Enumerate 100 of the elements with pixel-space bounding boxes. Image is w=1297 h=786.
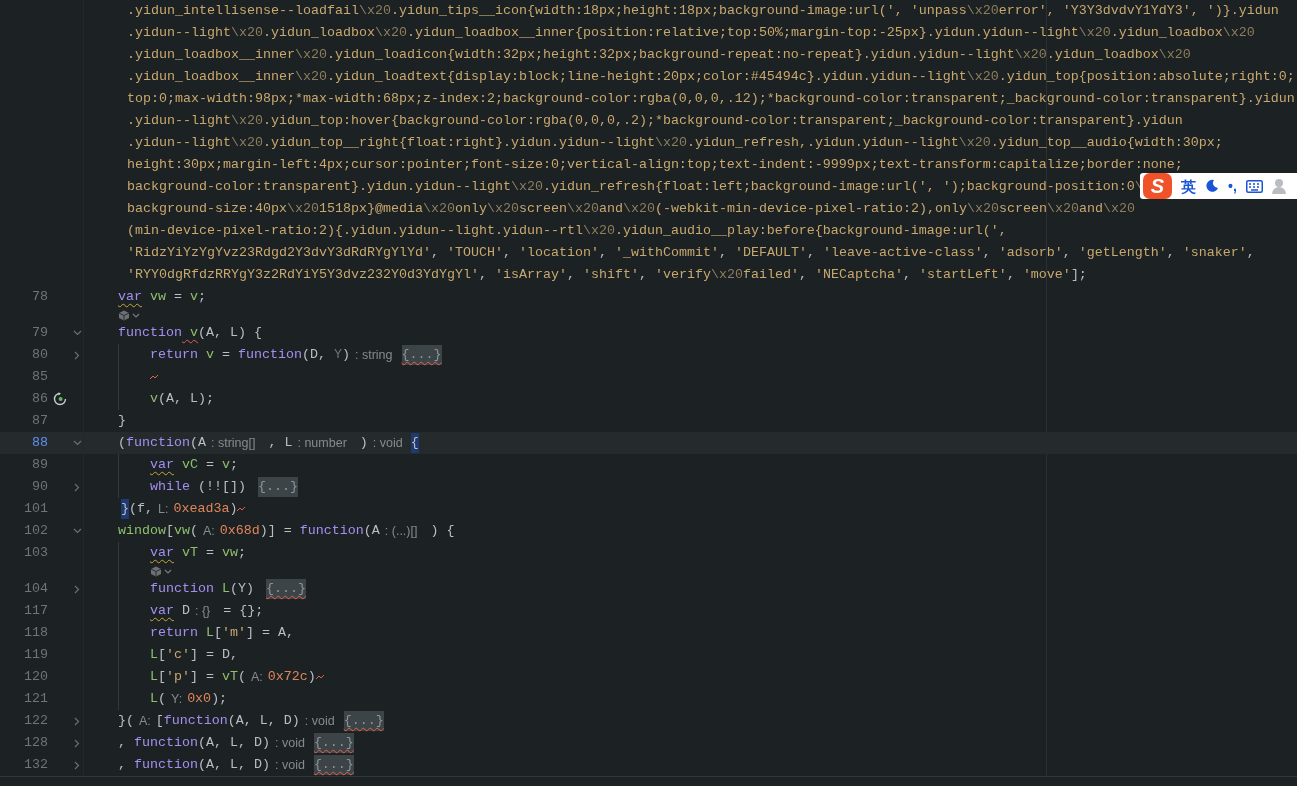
code-token: (A, L, D): [227, 712, 300, 730]
code-token: ,: [430, 245, 440, 260]
inlay-hint: L:: [158, 500, 169, 518]
folded-code[interactable]: {...}: [313, 733, 354, 753]
code-token: function: [134, 734, 198, 752]
line-number: 102: [23, 522, 48, 540]
chevron-right-icon[interactable]: [74, 350, 80, 360]
code-token: .yidun_loadtext{display:block;line-height:20px;color:#45494c}.yidun.yidun--light: [326, 69, 967, 84]
folded-code[interactable]: {...}: [401, 345, 442, 365]
line-number: 118: [23, 624, 48, 642]
code-token: ,: [1166, 245, 1176, 260]
code-token: and: [598, 201, 623, 216]
error-mark-icon: [315, 674, 325, 680]
chevron-right-icon[interactable]: [74, 738, 80, 748]
code-token: '_withCommit': [614, 245, 719, 260]
line-number: 117: [23, 602, 48, 620]
line-number: 86: [31, 390, 48, 408]
code-token: var: [150, 456, 174, 474]
code-token: .yidun_loadicon{width:32px;height:32px;background-repeat:no-repeat}.yidun.yidun--light: [326, 47, 1015, 62]
folded-code[interactable]: {...}: [266, 579, 306, 599]
code-token: function: [134, 756, 198, 774]
code-token: \x20: [622, 201, 655, 216]
line-number: 89: [31, 456, 48, 474]
chevron-down-icon[interactable]: [72, 528, 82, 534]
cube-icon[interactable]: [118, 309, 130, 321]
code-token: vC: [181, 456, 198, 474]
rerun-icon[interactable]: [53, 392, 67, 406]
code-token: (A, L, D): [198, 756, 270, 774]
code-token: \x20: [1102, 201, 1135, 216]
code-token: vw: [222, 544, 238, 562]
code-token: ): [307, 668, 316, 686]
error-mark-icon: [237, 506, 247, 512]
code-token: \x20: [231, 135, 263, 150]
inlay-hint: : {}: [195, 602, 211, 620]
code-token: .yidun--light: [127, 113, 231, 128]
code-token: ): [229, 500, 238, 518]
code-token: v: [222, 456, 230, 474]
code-token: Y: [334, 346, 342, 364]
code-token: 'adsorb': [998, 245, 1063, 260]
code-token: vw: [149, 288, 166, 306]
code-token: height:30px;margin-left:4px;cursor:pointer;font-size:0;vertical-align:top;text-indent:-9999px;text-transform:capitalize;border:none;: [127, 157, 1183, 172]
keyboard-icon[interactable]: [1245, 179, 1263, 193]
inlay-hint: A:: [203, 522, 215, 540]
code-token: ,: [566, 267, 576, 282]
inlay-hint: Y:: [171, 690, 183, 708]
inlay-hint: : void: [275, 734, 305, 752]
inlay-hint: : string: [355, 346, 393, 364]
code-token: ,: [1246, 245, 1255, 260]
user-icon[interactable]: [1271, 178, 1286, 194]
code-token: 'DEFAULT': [734, 245, 807, 260]
code-token: (A, L) {: [198, 324, 262, 342]
cube-icon[interactable]: [150, 565, 162, 577]
code-token: 0x68d: [219, 522, 260, 540]
folded-code[interactable]: {...}: [258, 477, 298, 497]
code-token: (A, L);: [158, 390, 214, 408]
language-toggle[interactable]: 英: [1181, 178, 1196, 194]
code-token: \x20: [374, 25, 407, 40]
line-number: 101: [23, 500, 48, 518]
folded-code[interactable]: {...}: [343, 711, 384, 731]
code-token: [: [158, 646, 166, 664]
code-token: vT: [222, 668, 238, 686]
chevron-down-icon[interactable]: [164, 568, 172, 574]
code-token: 'RidzYiYzYgYvz23Rdgd2Y3dvY3dRdRYgYlYd': [127, 245, 431, 260]
punctuation-toggle[interactable]: •,: [1228, 179, 1237, 193]
chevron-right-icon[interactable]: [74, 482, 80, 492]
code-token: =: [221, 346, 231, 364]
code-token: \x20: [510, 179, 543, 194]
code-token: ): [342, 346, 350, 364]
code-token: .yidun_audio__play:before{background-image:url(',: [614, 223, 1007, 238]
moon-icon[interactable]: [1205, 179, 1219, 193]
code-token: ,: [118, 756, 127, 774]
line-number: 119: [23, 646, 48, 664]
code-token: 'leave-active-class': [822, 245, 983, 260]
chevron-down-icon[interactable]: [132, 312, 140, 318]
code-token: 0x72c: [267, 668, 308, 686]
code-token: screen: [998, 201, 1047, 216]
code-token: , L: [267, 434, 293, 452]
code-token: \x20: [231, 113, 263, 128]
chevron-down-icon[interactable]: [72, 440, 82, 446]
ime-logo[interactable]: S: [1143, 173, 1172, 199]
code-token: ;: [238, 544, 246, 562]
code-token: v: [189, 324, 198, 342]
chevron-right-icon[interactable]: [74, 716, 80, 726]
code-token: [: [158, 668, 166, 686]
code-token: \x20: [358, 3, 391, 18]
code-token: 1518px}@media: [318, 201, 423, 216]
line-number: 90: [31, 478, 48, 496]
chevron-right-icon[interactable]: [74, 584, 80, 594]
code-token: ];: [1070, 267, 1087, 282]
code-token: ,: [502, 245, 512, 260]
code-token: =: [205, 544, 215, 562]
chevron-right-icon[interactable]: [74, 760, 80, 770]
code-token: ) {: [429, 522, 455, 540]
code-token: v: [205, 346, 214, 364]
folded-code[interactable]: {...}: [313, 755, 354, 775]
error-mark-icon: [150, 374, 159, 380]
chevron-down-icon[interactable]: [72, 330, 82, 336]
code-token: =: [173, 288, 183, 306]
code-token: = {};: [222, 602, 264, 620]
code-token: ,: [598, 245, 608, 260]
